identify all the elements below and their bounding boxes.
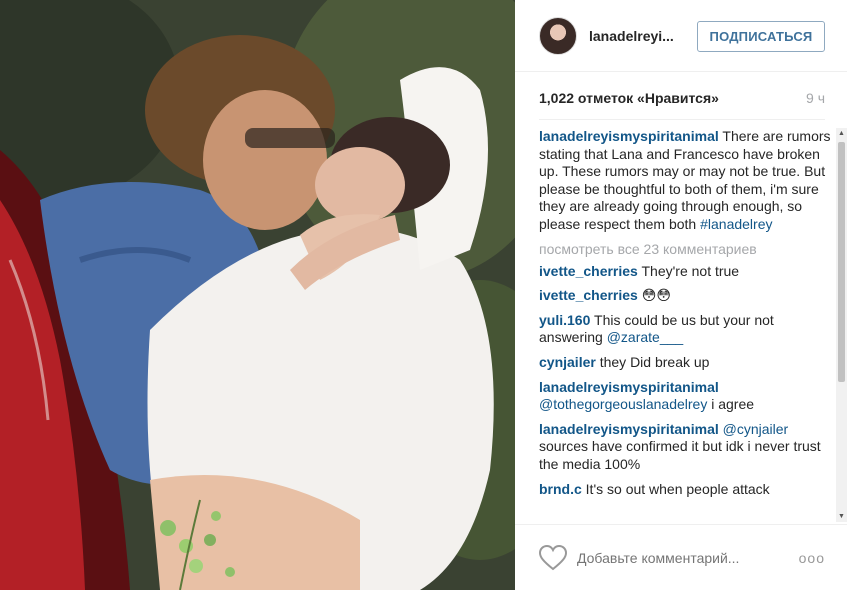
scroll-down-arrow-icon[interactable]: ▼ — [836, 511, 847, 522]
view-all-comments-link[interactable]: посмотреть все 23 комментариев — [539, 241, 833, 257]
comments-list[interactable]: lanadelreyismyspiritanimal There are rum… — [539, 128, 833, 522]
scroll-up-arrow-icon[interactable]: ▲ — [836, 128, 847, 139]
instagram-post-modal: lanadelreyi... ПОДПИСАТЬСЯ 1,022 отметок… — [0, 0, 847, 590]
add-comment-input[interactable] — [577, 549, 797, 566]
photo-illustration — [0, 0, 515, 590]
comment-item: brnd.c It's so out when people attack — [539, 481, 833, 499]
comment-item: cynjailer they Did break up — [539, 354, 833, 372]
post-time[interactable]: 9 ч — [806, 90, 825, 119]
post-meta: 1,022 отметок «Нравится» 9 ч — [539, 90, 825, 120]
comment-username[interactable]: lanadelreyismyspiritanimal — [539, 421, 719, 437]
comment-text: i agree — [707, 396, 755, 413]
post-sidebar: lanadelreyi... ПОДПИСАТЬСЯ 1,022 отметок… — [515, 0, 847, 590]
avatar[interactable] — [539, 16, 577, 55]
comment-username[interactable]: ivette_cherries — [539, 287, 638, 303]
comment-item: lanadelreyismyspiritanimal @cynjailer so… — [539, 421, 833, 474]
comment-username[interactable]: lanadelreyismyspiritanimal — [539, 379, 719, 395]
comment-mention[interactable]: @zarate___ — [607, 329, 683, 345]
comments-scrollbar[interactable]: ▲ ▼ — [836, 128, 847, 522]
comment-item: ivette_cherries They're not true — [539, 263, 833, 281]
comment-mention[interactable]: @cynjailer — [723, 421, 789, 437]
heart-icon[interactable] — [539, 544, 567, 571]
comment-text: They're not true — [637, 262, 740, 279]
comment-username[interactable]: cynjailer — [539, 354, 596, 370]
more-options-icon[interactable]: ooo — [799, 550, 825, 566]
comment-username[interactable]: brnd.c — [539, 481, 582, 497]
comment-username[interactable]: ivette_cherries — [539, 263, 638, 279]
comment-text: 😳😳 — [637, 287, 671, 304]
comment-item: lanadelreyismyspiritanimal @tothegorgeou… — [539, 379, 833, 414]
comment-username[interactable]: yuli.160 — [539, 312, 590, 328]
comment-text: sources have confirmed it but idk i neve… — [539, 438, 821, 472]
comment-text: they Did break up — [595, 353, 710, 370]
caption-hashtag[interactable]: #lanadelrey — [700, 216, 772, 232]
follow-button[interactable]: ПОДПИСАТЬСЯ — [697, 21, 825, 52]
likes-count[interactable]: 1,022 отметок «Нравится» — [539, 90, 719, 119]
caption: lanadelreyismyspiritanimal There are rum… — [539, 128, 833, 234]
caption-username[interactable]: lanadelreyismyspiritanimal — [539, 128, 719, 144]
post-photo[interactable] — [0, 0, 515, 590]
comment-mention[interactable]: @tothegorgeouslanadelrey — [539, 396, 707, 412]
scrollbar-thumb[interactable] — [838, 142, 845, 382]
comment-item: ivette_cherries 😳😳 — [539, 287, 833, 305]
post-username[interactable]: lanadelreyi... — [589, 28, 689, 44]
post-footer: ooo — [515, 524, 847, 590]
post-header: lanadelreyi... ПОДПИСАТЬСЯ — [515, 0, 847, 72]
comment-item: yuli.160 This could be us but your not a… — [539, 312, 833, 347]
comment-text: It's so out when people attack — [581, 480, 770, 497]
